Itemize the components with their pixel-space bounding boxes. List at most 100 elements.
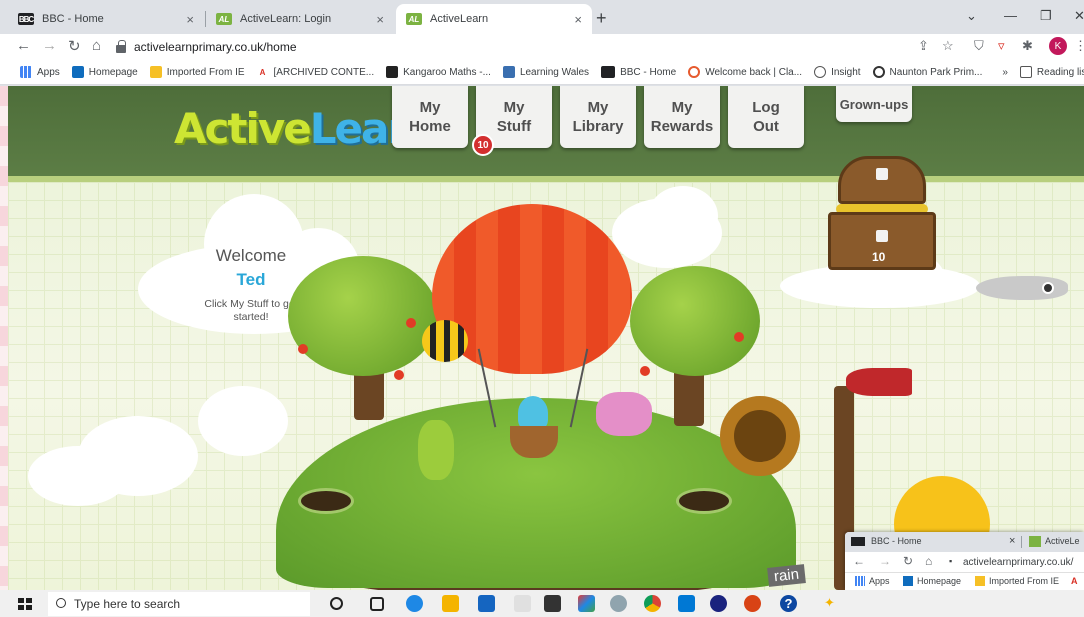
grasshopper-character[interactable] (418, 420, 454, 480)
left-tree[interactable] (288, 256, 438, 376)
right-tree[interactable] (630, 266, 760, 376)
bookmark-insight[interactable]: Insight (814, 66, 861, 78)
taskbar-search-box[interactable]: Type here to search (48, 592, 310, 616)
help-icon[interactable]: ? (780, 595, 797, 612)
tab-search-chevron-icon[interactable]: ⌄ (966, 8, 977, 24)
bookmark-welcome-back[interactable]: Welcome back | Cla... (688, 66, 802, 78)
second-browser-window[interactable]: BBC - Home × ActiveLe ← → ↻ ⌂ ▪ activele… (845, 532, 1084, 590)
close-tab-icon[interactable]: × (1009, 535, 1015, 547)
mini-toolbar: ← → ↻ ⌂ ▪ activelearnprimary.co.uk/ (845, 552, 1084, 572)
edge-icon[interactable] (406, 595, 423, 612)
bookmark-homepage[interactable]: Homepage (917, 576, 961, 586)
bookmark-archived[interactable]: A [ARCHIVED CONTE... (257, 66, 375, 78)
bee-character[interactable] (422, 320, 468, 362)
flying-fish[interactable] (976, 276, 1068, 300)
mail-icon[interactable] (678, 595, 695, 612)
windows-start-icon[interactable] (18, 598, 32, 610)
grown-ups-button[interactable]: Grown-ups (836, 86, 912, 122)
close-window-icon[interactable]: ✕ (1074, 8, 1084, 24)
apple (406, 318, 416, 328)
bookmark-naunton-park[interactable]: Naunton Park Prim... (872, 66, 982, 78)
taskbar-search-placeholder: Type here to search (74, 597, 181, 611)
store-icon[interactable] (478, 595, 495, 612)
forward-arrow-icon[interactable]: → (879, 554, 891, 568)
bookmark-bbc-home[interactable]: BBC - Home (601, 66, 676, 78)
bookmark-learning-wales[interactable]: Learning Wales (502, 66, 589, 78)
close-tab-icon[interactable]: × (186, 12, 194, 27)
bookmark-apps[interactable]: Apps (869, 576, 890, 586)
mini-url[interactable]: activelearnprimary.co.uk/ (963, 557, 1073, 568)
bookmark-imported-from-ie[interactable]: Imported From IE (149, 66, 245, 78)
pocket-extension-icon[interactable]: ▿ (998, 38, 1005, 54)
treasure-chest-lid[interactable] (838, 156, 926, 204)
apple (394, 370, 404, 380)
minimize-icon[interactable]: — (1004, 8, 1017, 23)
outlook-icon (903, 576, 913, 586)
bookmark-kangaroo-maths[interactable]: Kangaroo Maths -... (386, 66, 491, 78)
cortana-icon[interactable] (330, 597, 343, 610)
mini-tab-title[interactable]: BBC - Home (871, 536, 922, 546)
sparkle-icon[interactable]: ✦ (824, 595, 841, 612)
shield-extension-icon[interactable]: ⛉ (974, 38, 984, 54)
chest-reward-count: 10 (872, 250, 886, 264)
file-explorer-icon[interactable] (442, 595, 459, 612)
tab-title: ActiveLearn (430, 13, 489, 25)
reading-list-button[interactable]: Reading list (1019, 66, 1084, 78)
background-cloud (648, 186, 718, 246)
page-left-edge (0, 86, 8, 590)
home-icon[interactable]: ⌂ (92, 37, 101, 54)
red-flag[interactable] (846, 368, 912, 396)
task-view-icon[interactable] (370, 597, 384, 611)
profile-avatar[interactable]: K (1049, 37, 1067, 55)
close-tab-icon[interactable]: × (376, 12, 384, 27)
back-arrow-icon[interactable]: ← (16, 37, 31, 54)
address-bar[interactable]: activelearnprimary.co.uk/home (116, 36, 906, 58)
nav-my-home[interactable]: My Home (392, 86, 468, 148)
extensions-puzzle-icon[interactable]: ✱ (1022, 38, 1033, 54)
bookmark-homepage[interactable]: Homepage (71, 66, 138, 78)
nav-my-rewards[interactable]: My Rewards (644, 86, 720, 148)
rain-sign[interactable]: rain (767, 564, 806, 587)
close-tab-icon[interactable]: × (574, 12, 582, 27)
search-icon (56, 598, 66, 608)
wales-icon (502, 66, 515, 78)
home-icon[interactable]: ⌂ (925, 554, 932, 568)
horn[interactable] (720, 396, 800, 476)
bookmark-star-icon[interactable]: ☆ (942, 38, 954, 54)
avatar-character[interactable] (518, 396, 548, 430)
hp-app-icon[interactable] (610, 595, 627, 612)
back-arrow-icon[interactable]: ← (853, 554, 865, 568)
rabbit-hole[interactable] (298, 488, 354, 514)
mini-tab-title[interactable]: ActiveLe (1045, 536, 1080, 546)
bookmark-label: [ARCHIVED CONTE... (273, 66, 375, 78)
tab-activelearn-login[interactable]: AL ActiveLearn: Login × (206, 4, 394, 34)
powerpoint-icon[interactable] (744, 595, 761, 612)
nav-label: My Library (572, 99, 624, 135)
share-icon[interactable]: ⇪ (918, 38, 929, 54)
rabbit-hole[interactable] (676, 488, 732, 514)
folder-icon (975, 576, 985, 586)
tab-activelearn[interactable]: AL ActiveLearn × (396, 4, 592, 34)
new-tab-button[interactable]: + (596, 8, 607, 29)
nav-my-library[interactable]: My Library (560, 86, 636, 148)
chest-lock-icon (876, 230, 888, 242)
chrome-icon[interactable] (644, 595, 661, 612)
nav-log-out[interactable]: Log Out (728, 86, 804, 148)
home-app-icon[interactable] (514, 595, 531, 612)
restore-icon[interactable]: ❐ (1040, 8, 1052, 24)
camera-app-icon[interactable] (544, 595, 561, 612)
forward-arrow-icon[interactable]: → (42, 37, 57, 54)
bookmark-apps[interactable]: Apps (20, 66, 60, 78)
photos-app-icon[interactable] (578, 595, 595, 612)
tab-bbc-home[interactable]: BBC BBC - Home × (8, 4, 204, 34)
zoom-app-icon[interactable] (710, 595, 727, 612)
school-icon (872, 66, 885, 78)
reload-icon[interactable]: ↻ (68, 37, 81, 55)
archive-icon[interactable]: A (1071, 576, 1078, 586)
reload-icon[interactable]: ↻ (903, 554, 913, 568)
bookmark-imported-from-ie[interactable]: Imported From IE (989, 576, 1059, 586)
activelearn-favicon-icon: AL (406, 13, 422, 25)
butterfly-character[interactable] (596, 392, 652, 436)
bookmarks-overflow-button[interactable]: » (1002, 67, 1008, 78)
menu-kebab-icon[interactable]: ⋮ (1074, 38, 1084, 54)
